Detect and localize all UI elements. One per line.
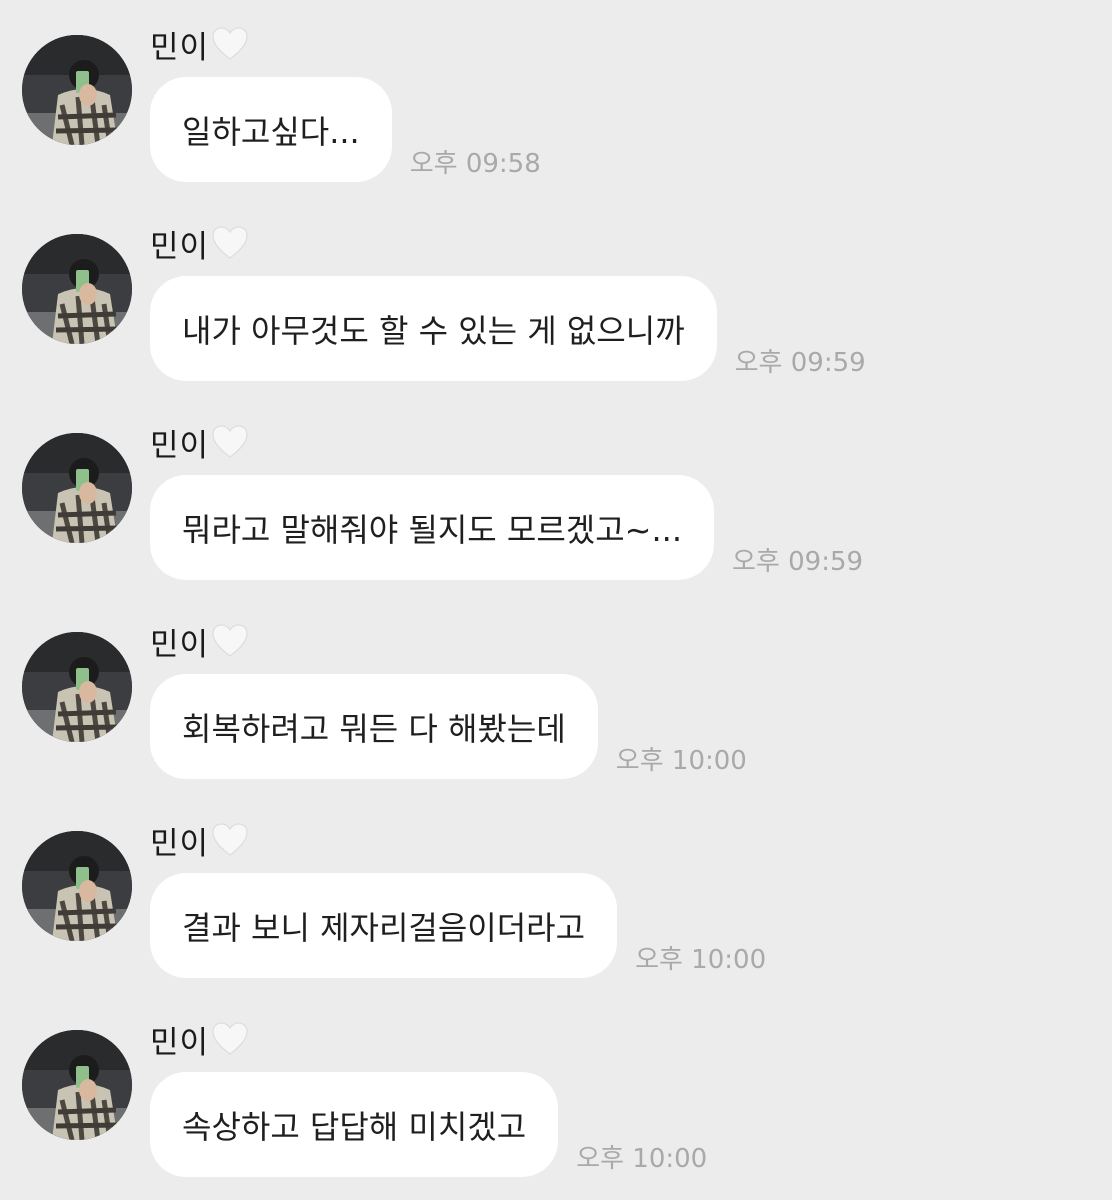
message-time: 오후 10:00	[576, 1144, 708, 1174]
sender-name: 민이	[150, 22, 249, 66]
sender-name: 민이	[150, 619, 249, 663]
message-item: 민이 내가 아무것도 할 수 있는 게 없으니까 오후 09:59	[0, 199, 1112, 381]
message-time: 오후 09:59	[732, 547, 864, 577]
white-heart-icon	[211, 623, 249, 659]
avatar-photo-icon	[22, 234, 132, 344]
avatar-photo-icon	[22, 1030, 132, 1140]
message-bubble[interactable]: 뭐라고 말해줘야 될지도 모르겠고~...	[150, 475, 715, 580]
message-row: 뭐라고 말해줘야 될지도 모르겠고~... 오후 09:59	[150, 475, 863, 580]
message-item: 민이 결과 보니 제자리걸음이더라고 오후 10:00	[0, 796, 1112, 978]
message-bubble[interactable]: 일하고싶다...	[150, 77, 392, 182]
avatar[interactable]	[22, 234, 132, 344]
message-time: 오후 10:00	[635, 945, 767, 975]
message-row: 결과 보니 제자리걸음이더라고 오후 10:00	[150, 873, 766, 978]
message-time: 오후 10:00	[615, 746, 747, 776]
chat-message-list[interactable]: 민이 일하고싶다... 오후 09:58 민이 내가 아무것도 할 수 있는 게…	[0, 0, 1112, 1200]
white-heart-icon	[211, 1021, 249, 1057]
message-time: 오후 09:58	[409, 149, 541, 179]
avatar-photo-icon	[22, 35, 132, 145]
avatar[interactable]	[22, 632, 132, 742]
message-time: 오후 09:59	[734, 348, 866, 378]
message-item: 민이 회복하려고 뭐든 다 해봤는데 오후 10:00	[0, 597, 1112, 779]
avatar[interactable]	[22, 433, 132, 543]
message-row: 내가 아무것도 할 수 있는 게 없으니까 오후 09:59	[150, 276, 866, 381]
white-heart-icon	[211, 424, 249, 460]
white-heart-icon	[211, 225, 249, 261]
white-heart-icon	[211, 26, 249, 62]
message-row: 회복하려고 뭐든 다 해봤는데 오후 10:00	[150, 674, 747, 779]
message-row: 속상하고 답답해 미치겠고 오후 10:00	[150, 1072, 707, 1177]
sender-name: 민이	[150, 420, 249, 464]
message-bubble[interactable]: 내가 아무것도 할 수 있는 게 없으니까	[150, 276, 717, 381]
message-item: 민이 일하고싶다... 오후 09:58	[0, 0, 1112, 182]
avatar[interactable]	[22, 1030, 132, 1140]
white-heart-icon	[211, 822, 249, 858]
avatar-photo-icon	[22, 831, 132, 941]
message-row: 일하고싶다... 오후 09:58	[150, 77, 541, 182]
avatar-photo-icon	[22, 632, 132, 742]
avatar[interactable]	[22, 35, 132, 145]
message-bubble[interactable]: 회복하려고 뭐든 다 해봤는데	[150, 674, 598, 779]
message-item: 민이 속상하고 답답해 미치겠고 오후 10:00	[0, 995, 1112, 1177]
message-bubble[interactable]: 속상하고 답답해 미치겠고	[150, 1072, 559, 1177]
message-item: 민이 뭐라고 말해줘야 될지도 모르겠고~... 오후 09:59	[0, 398, 1112, 580]
message-bubble[interactable]: 결과 보니 제자리걸음이더라고	[150, 873, 618, 978]
avatar[interactable]	[22, 831, 132, 941]
sender-name: 민이	[150, 818, 249, 862]
sender-name: 민이	[150, 1017, 249, 1061]
sender-name: 민이	[150, 221, 249, 265]
avatar-photo-icon	[22, 433, 132, 543]
